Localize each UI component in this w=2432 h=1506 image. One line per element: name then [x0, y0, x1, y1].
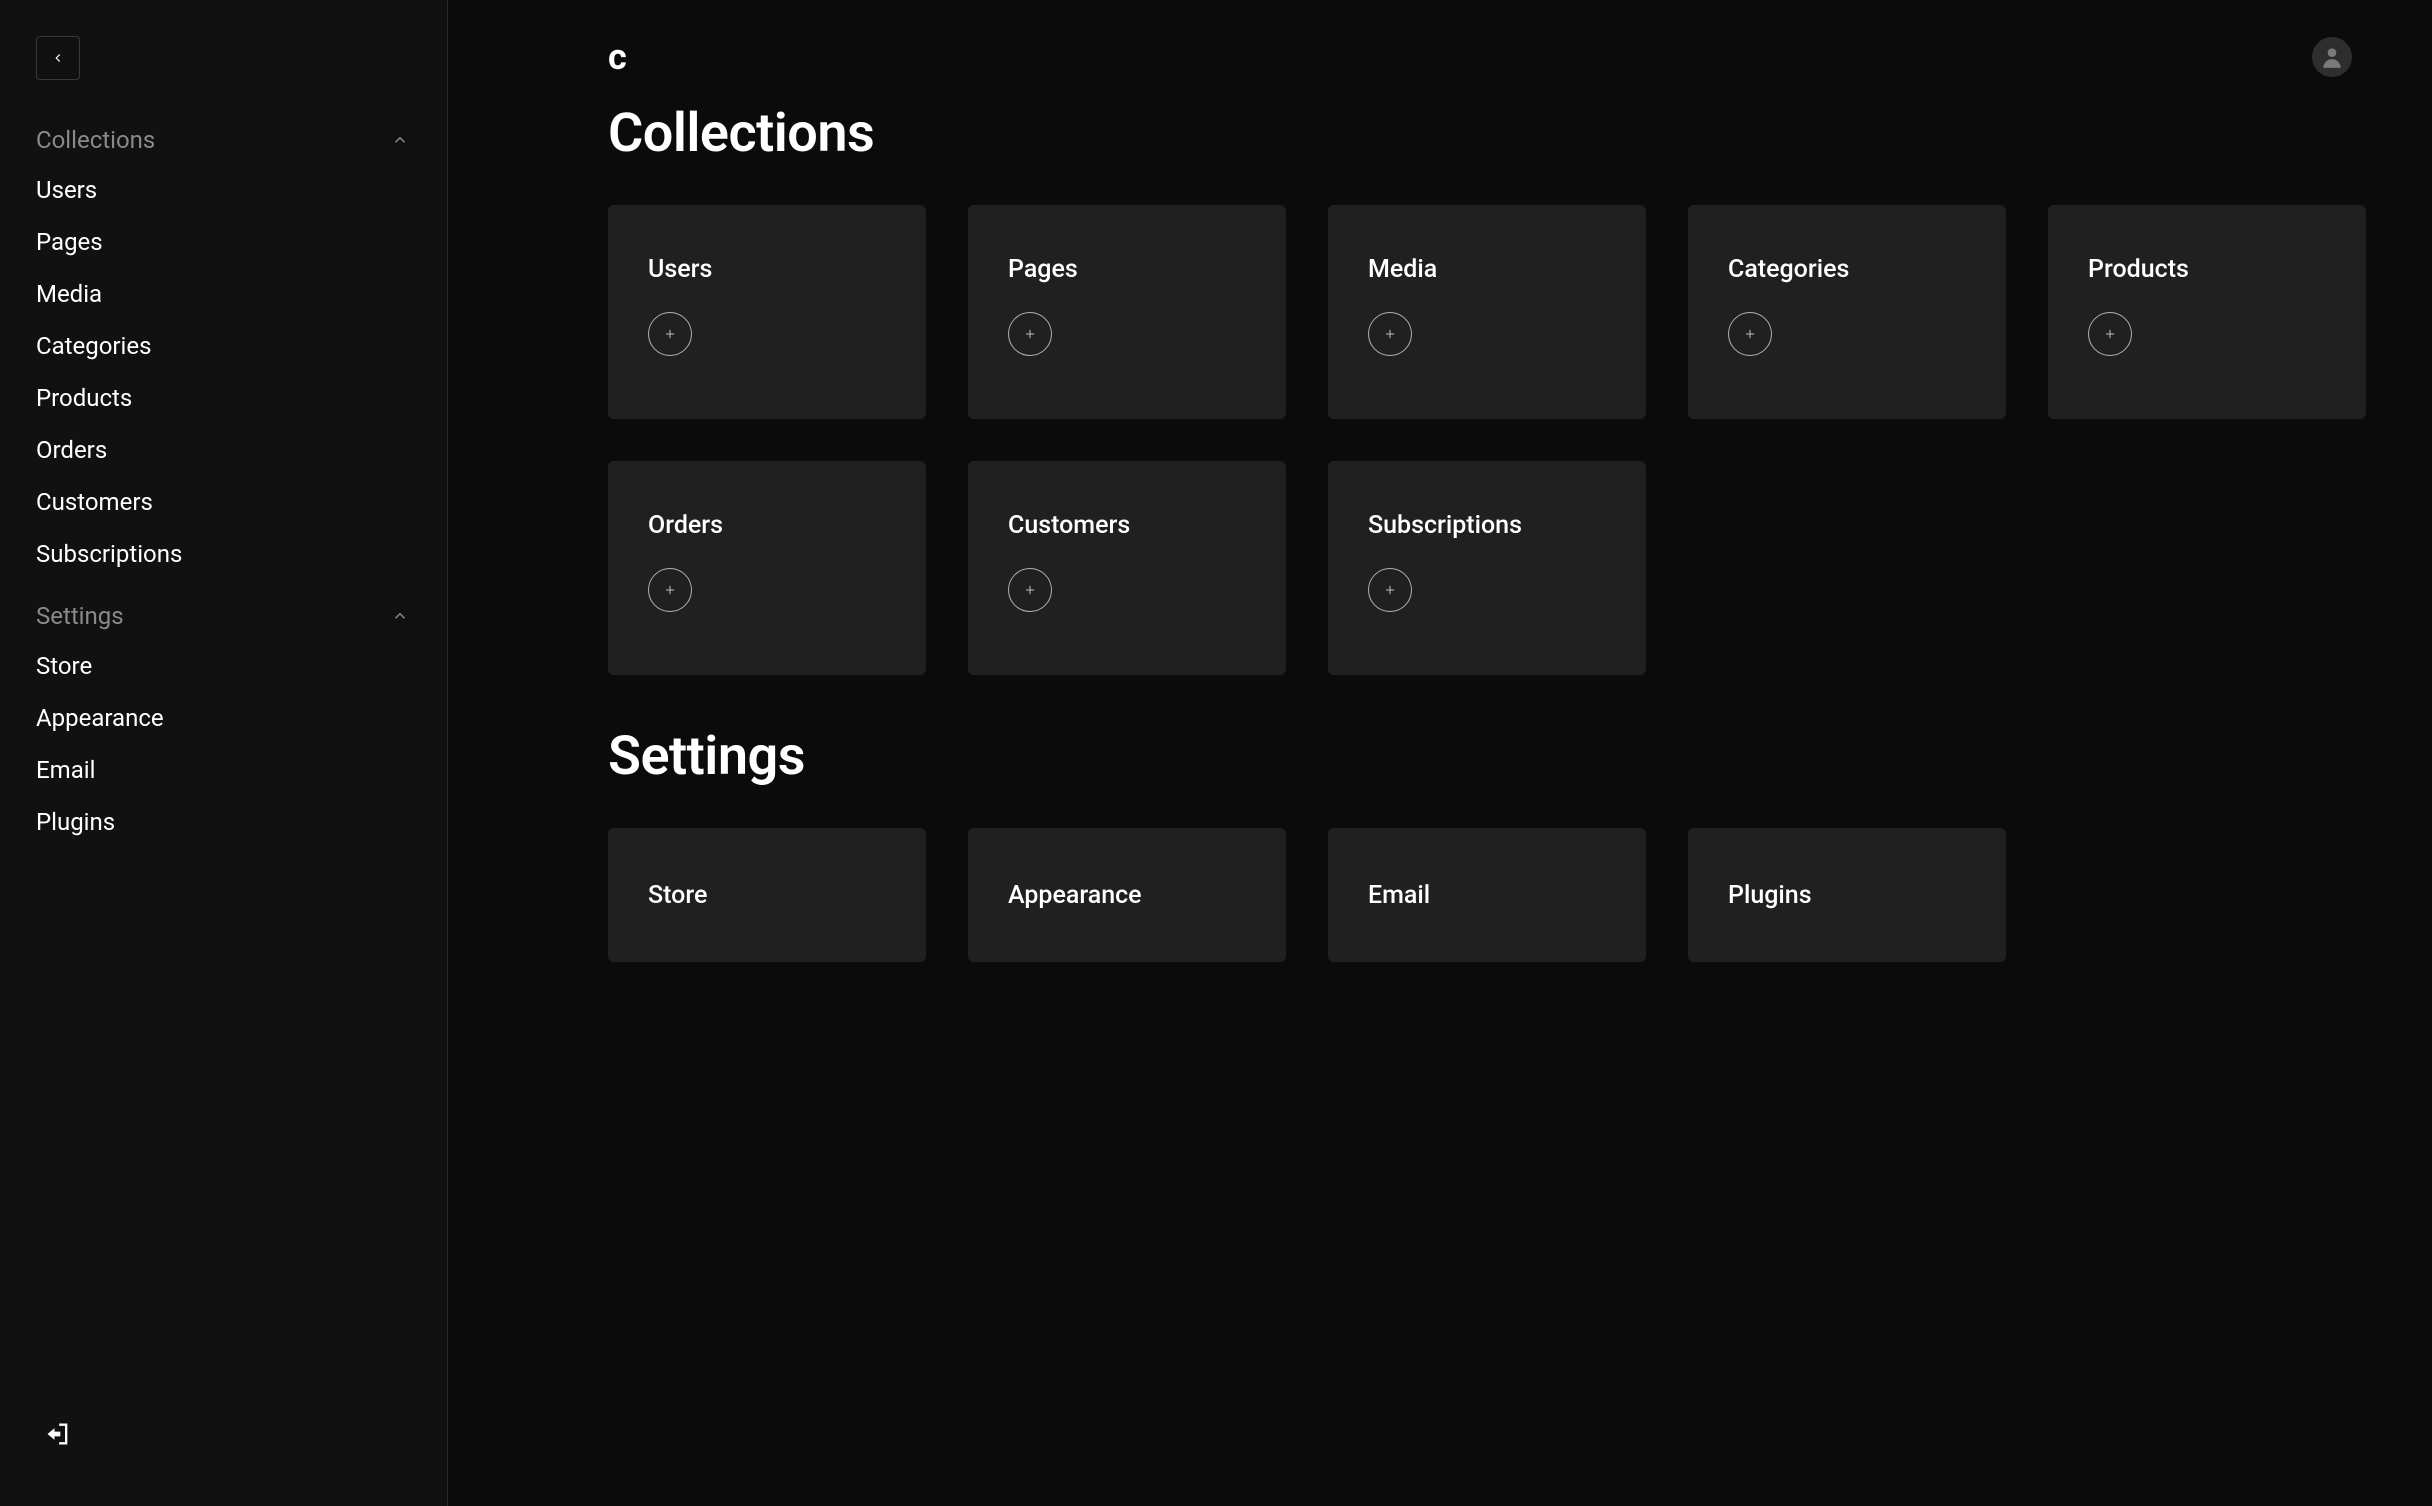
card-title: Email	[1368, 881, 1606, 910]
card-subscriptions[interactable]: Subscriptions	[1328, 461, 1646, 675]
sidebar-item-orders[interactable]: Orders	[36, 424, 427, 476]
plus-icon	[663, 583, 677, 597]
sidebar-item-pages[interactable]: Pages	[36, 216, 427, 268]
logout-icon	[44, 1420, 72, 1448]
add-categories-button[interactable]	[1728, 312, 1772, 356]
card-appearance[interactable]: Appearance	[968, 828, 1286, 962]
sidebar-item-categories[interactable]: Categories	[36, 320, 427, 372]
add-orders-button[interactable]	[648, 568, 692, 612]
card-plugins[interactable]: Plugins	[1688, 828, 2006, 962]
chevron-left-icon	[51, 51, 65, 65]
sidebar: Collections Users Pages Media Categories…	[0, 0, 448, 1506]
card-title: Products	[2088, 255, 2326, 284]
nav-section-header-settings[interactable]: Settings	[36, 592, 427, 640]
chevron-up-icon	[391, 607, 409, 625]
nav-section-collections: Collections Users Pages Media Categories…	[36, 116, 427, 580]
add-users-button[interactable]	[648, 312, 692, 356]
chevron-up-icon	[391, 131, 409, 149]
nav-section-header-collections[interactable]: Collections	[36, 116, 427, 164]
card-title: Store	[648, 881, 886, 910]
sidebar-item-subscriptions[interactable]: Subscriptions	[36, 528, 427, 580]
settings-grid: Store Appearance Email Plugins	[608, 828, 2352, 962]
main-area: c Collections Users Pages	[448, 0, 2432, 1506]
content: Collections Users Pages Media	[448, 78, 2432, 1042]
sidebar-item-appearance[interactable]: Appearance	[36, 692, 427, 744]
card-title: Subscriptions	[1368, 511, 1606, 540]
plus-icon	[2103, 327, 2117, 341]
card-title: Categories	[1728, 255, 1966, 284]
card-store[interactable]: Store	[608, 828, 926, 962]
page-title-collections: Collections	[608, 102, 2352, 165]
topbar: c	[448, 0, 2432, 78]
sidebar-item-store[interactable]: Store	[36, 640, 427, 692]
plus-icon	[1743, 327, 1757, 341]
add-customers-button[interactable]	[1008, 568, 1052, 612]
add-subscriptions-button[interactable]	[1368, 568, 1412, 612]
add-products-button[interactable]	[2088, 312, 2132, 356]
card-products[interactable]: Products	[2048, 205, 2366, 419]
user-icon	[2319, 44, 2345, 70]
nav-section-label: Settings	[36, 602, 124, 630]
card-media[interactable]: Media	[1328, 205, 1646, 419]
plus-icon	[1023, 583, 1037, 597]
sidebar-item-products[interactable]: Products	[36, 372, 427, 424]
card-title: Users	[648, 255, 886, 284]
card-users[interactable]: Users	[608, 205, 926, 419]
logo[interactable]: c	[608, 36, 626, 78]
sidebar-bottom	[36, 1418, 427, 1486]
sidebar-item-users[interactable]: Users	[36, 164, 427, 216]
card-orders[interactable]: Orders	[608, 461, 926, 675]
nav-section-settings: Settings Store Appearance Email Plugins	[36, 592, 427, 848]
card-title: Customers	[1008, 511, 1246, 540]
avatar-button[interactable]	[2312, 37, 2352, 77]
card-email[interactable]: Email	[1328, 828, 1646, 962]
plus-icon	[663, 327, 677, 341]
nav-section-label: Collections	[36, 126, 155, 154]
sidebar-item-plugins[interactable]: Plugins	[36, 796, 427, 848]
card-pages[interactable]: Pages	[968, 205, 1286, 419]
plus-icon	[1023, 327, 1037, 341]
card-title: Appearance	[1008, 881, 1246, 910]
sidebar-collapse-button[interactable]	[36, 36, 80, 80]
plus-icon	[1383, 327, 1397, 341]
logout-button[interactable]	[42, 1418, 74, 1450]
sidebar-item-media[interactable]: Media	[36, 268, 427, 320]
collections-grid: Users Pages Media Categories	[608, 205, 2352, 675]
section-title-settings: Settings	[608, 725, 2352, 788]
plus-icon	[1383, 583, 1397, 597]
sidebar-item-customers[interactable]: Customers	[36, 476, 427, 528]
card-categories[interactable]: Categories	[1688, 205, 2006, 419]
card-title: Plugins	[1728, 881, 1966, 910]
sidebar-item-email[interactable]: Email	[36, 744, 427, 796]
card-title: Orders	[648, 511, 886, 540]
add-pages-button[interactable]	[1008, 312, 1052, 356]
add-media-button[interactable]	[1368, 312, 1412, 356]
card-title: Media	[1368, 255, 1606, 284]
card-title: Pages	[1008, 255, 1246, 284]
card-customers[interactable]: Customers	[968, 461, 1286, 675]
